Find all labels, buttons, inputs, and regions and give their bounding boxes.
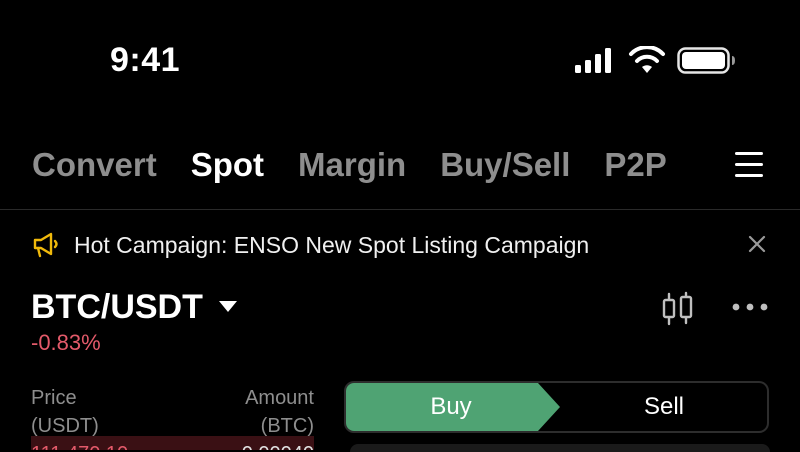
tab-convert[interactable]: Convert: [32, 140, 157, 190]
buy-sell-toggle: Buy Sell: [344, 381, 769, 433]
status-time: 9:41: [110, 41, 181, 79]
orderbook-amount-header: Amount (BTC): [245, 387, 314, 437]
announcement-text[interactable]: Hot Campaign: ENSO New Spot Listing Camp…: [74, 229, 589, 261]
pair-change: -0.83%: [31, 330, 101, 355]
more-icon[interactable]: [732, 302, 768, 312]
menu-icon[interactable]: [735, 150, 765, 180]
orderbook-ask-amount: 0.00040: [242, 442, 314, 450]
tab-buy-sell[interactable]: Buy/Sell: [440, 140, 570, 190]
wifi-icon: [629, 46, 665, 73]
signal-icon: [575, 48, 611, 73]
battery-icon: [677, 47, 735, 74]
tab-margin[interactable]: Margin: [298, 140, 406, 190]
tab-p2p[interactable]: P2P: [604, 140, 666, 190]
orderbook-ask-price: 111,470.10: [31, 442, 128, 450]
buy-tab[interactable]: Buy: [346, 383, 556, 431]
tab-spot[interactable]: Spot: [191, 140, 264, 190]
candlestick-chart-icon[interactable]: [660, 291, 696, 327]
header-divider: [0, 209, 800, 210]
order-input-field[interactable]: [350, 444, 770, 452]
orderbook-price-header: Price (USDT): [31, 387, 99, 437]
sell-tab[interactable]: Sell: [561, 383, 767, 431]
orderbook-ask-row[interactable]: 111,470.10 0.00040: [31, 436, 314, 450]
trade-mode-tabs: Convert Spot Margin Buy/Sell P2P: [32, 140, 701, 190]
pair-symbol[interactable]: BTC/USDT: [31, 285, 203, 329]
caret-down-icon[interactable]: [218, 300, 238, 314]
close-icon[interactable]: [748, 235, 766, 253]
megaphone-icon: [33, 232, 58, 258]
